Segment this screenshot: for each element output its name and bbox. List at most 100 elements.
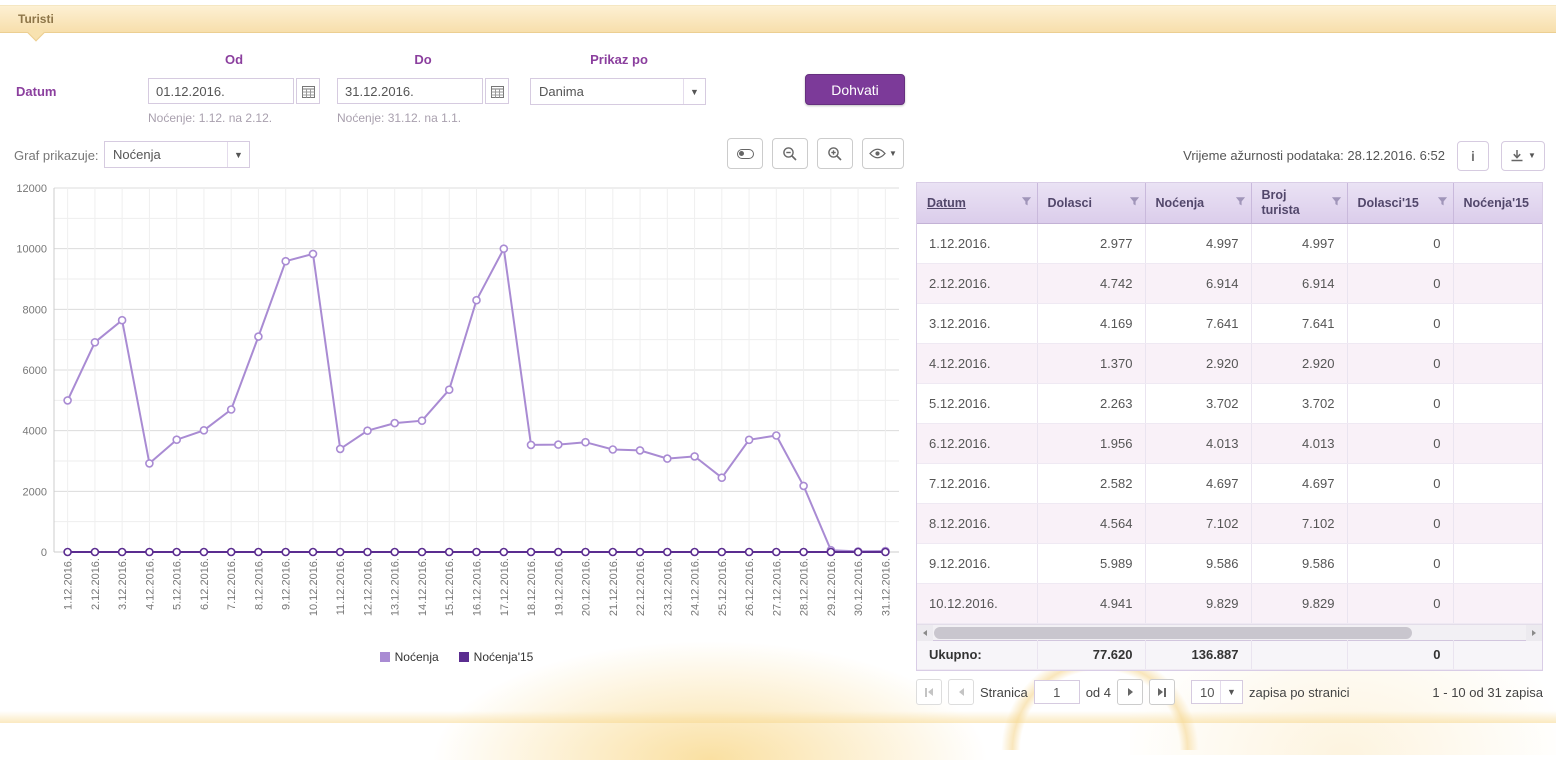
table-row[interactable]: 1.12.2016.2.9774.9974.9970	[917, 223, 1543, 263]
zoom-out-button[interactable]	[772, 138, 808, 169]
chevron-down-icon[interactable]: ▼	[1220, 681, 1242, 703]
totals-table: Ukupno:77.620136.8870	[917, 640, 1543, 670]
cell-value: 3.702	[1145, 383, 1251, 423]
prikaz-select[interactable]: Danima ▼	[530, 78, 706, 105]
svg-text:11.12.2016.: 11.12.2016.	[335, 558, 347, 615]
totals-value	[1453, 640, 1543, 669]
cell-datum: 5.12.2016.	[917, 383, 1037, 423]
graf-prikazuje-label: Graf prikazuje:	[14, 148, 99, 163]
scroll-left-icon[interactable]	[917, 625, 933, 641]
svg-text:6000: 6000	[23, 365, 47, 377]
svg-text:29.12.2016.: 29.12.2016.	[826, 558, 838, 616]
graf-select[interactable]: Noćenja ▼	[104, 141, 250, 168]
page-size-select[interactable]: 10 ▼	[1191, 680, 1243, 704]
calendar-icon[interactable]	[485, 78, 509, 104]
legend-label: Noćenja'15	[474, 650, 534, 664]
do-label: Do	[337, 52, 509, 68]
cell-datum: 9.12.2016.	[917, 543, 1037, 583]
svg-text:13.12.2016.: 13.12.2016.	[390, 558, 402, 616]
column-header-label: Noćenja	[1156, 196, 1205, 210]
table-row[interactable]: 10.12.2016.4.9419.8299.8290	[917, 583, 1543, 623]
svg-text:16.12.2016.: 16.12.2016.	[472, 558, 484, 616]
cell-value: 6.914	[1251, 263, 1347, 303]
column-header[interactable]: Datum	[917, 183, 1037, 223]
calendar-icon[interactable]	[296, 78, 320, 104]
cell-value: 2.582	[1037, 463, 1145, 503]
dohvati-button[interactable]: Dohvati	[805, 74, 905, 105]
cell-value	[1453, 463, 1543, 503]
svg-text:25.12.2016.: 25.12.2016.	[717, 558, 729, 616]
filter-icon[interactable]	[1235, 196, 1246, 210]
table-row[interactable]: 4.12.2016.1.3702.9202.9200	[917, 343, 1543, 383]
horizontal-scrollbar[interactable]	[917, 624, 1542, 640]
cell-datum: 2.12.2016.	[917, 263, 1037, 303]
table-row[interactable]: 9.12.2016.5.9899.5869.5860	[917, 543, 1543, 583]
info-button[interactable]: i	[1457, 141, 1489, 171]
cell-value: 4.564	[1037, 503, 1145, 543]
cell-datum: 7.12.2016.	[917, 463, 1037, 503]
cell-value: 0	[1347, 583, 1453, 623]
column-header[interactable]: Dolasci	[1037, 183, 1145, 223]
svg-text:4000: 4000	[23, 426, 47, 438]
toggle-series-button[interactable]	[727, 138, 763, 169]
scrollbar-thumb[interactable]	[934, 627, 1412, 639]
chevron-down-icon[interactable]: ▼	[683, 79, 705, 104]
chevron-down-icon[interactable]: ▼	[227, 142, 249, 167]
last-page-button[interactable]	[1149, 679, 1175, 705]
cell-value: 4.997	[1145, 223, 1251, 263]
cell-value: 4.169	[1037, 303, 1145, 343]
date-to-input[interactable]	[337, 78, 483, 104]
pager: Stranica od 4 10 ▼ zapisa po stranici 1 …	[916, 678, 1543, 706]
cell-value: 6.914	[1145, 263, 1251, 303]
cell-value: 0	[1347, 343, 1453, 383]
totals-label: Ukupno:	[917, 640, 1037, 669]
table-row[interactable]: 7.12.2016.2.5824.6974.6970	[917, 463, 1543, 503]
legend-swatch-icon	[459, 652, 469, 662]
svg-text:15.12.2016.: 15.12.2016.	[444, 558, 456, 616]
next-page-button[interactable]	[1117, 679, 1143, 705]
previous-page-button[interactable]	[948, 679, 974, 705]
table-row[interactable]: 8.12.2016.4.5647.1027.1020	[917, 503, 1543, 543]
download-button[interactable]: ▼	[1501, 141, 1545, 171]
cell-value: 4.697	[1145, 463, 1251, 503]
background-band	[0, 711, 1556, 723]
table-row[interactable]: 3.12.2016.4.1697.6417.6410	[917, 303, 1543, 343]
column-header[interactable]: Dolasci'15	[1347, 183, 1453, 223]
svg-text:8.12.2016.: 8.12.2016.	[253, 558, 265, 610]
cell-value	[1453, 543, 1543, 583]
cell-value	[1453, 423, 1543, 463]
filter-icon[interactable]	[1331, 196, 1342, 210]
legend-item[interactable]: Noćenja'15	[459, 650, 534, 664]
scroll-right-icon[interactable]	[1526, 625, 1542, 641]
cell-value: 4.941	[1037, 583, 1145, 623]
legend-item[interactable]: Noćenja	[380, 650, 439, 664]
record-range-label: 1 - 10 od 31 zapisa	[1432, 685, 1543, 700]
svg-text:10.12.2016.: 10.12.2016.	[308, 558, 320, 616]
cell-value	[1453, 343, 1543, 383]
column-header[interactable]: Noćenja	[1145, 183, 1251, 223]
zoom-in-button[interactable]	[817, 138, 853, 169]
column-header[interactable]: Noćenja'15	[1453, 183, 1543, 223]
table-row[interactable]: 6.12.2016.1.9564.0134.0130	[917, 423, 1543, 463]
svg-text:6.12.2016.: 6.12.2016.	[199, 558, 211, 610]
table-row[interactable]: 5.12.2016.2.2633.7023.7020	[917, 383, 1543, 423]
svg-text:7.12.2016.: 7.12.2016.	[226, 558, 238, 610]
first-page-button[interactable]	[916, 679, 942, 705]
totals-value	[1251, 640, 1347, 669]
cell-value: 0	[1347, 423, 1453, 463]
visibility-dropdown-button[interactable]: ▼	[862, 138, 904, 169]
column-header-label: Noćenja'15	[1464, 196, 1530, 210]
filter-icon[interactable]	[1021, 196, 1032, 210]
table-row[interactable]: 2.12.2016.4.7426.9146.9140	[917, 263, 1543, 303]
svg-text:5.12.2016.: 5.12.2016.	[172, 558, 184, 610]
svg-text:31.12.2016.: 31.12.2016.	[880, 558, 892, 616]
column-header[interactable]: Broj turista	[1251, 183, 1347, 223]
filter-icon[interactable]	[1437, 196, 1448, 210]
filter-icon[interactable]	[1129, 196, 1140, 210]
cell-value	[1453, 223, 1543, 263]
date-from-input[interactable]	[148, 78, 294, 104]
date-to-hint: Noćenje: 31.12. na 1.1.	[337, 111, 509, 125]
cell-value: 4.997	[1251, 223, 1347, 263]
page-number-input[interactable]	[1034, 680, 1080, 704]
graf-select-value: Noćenja	[105, 147, 227, 162]
